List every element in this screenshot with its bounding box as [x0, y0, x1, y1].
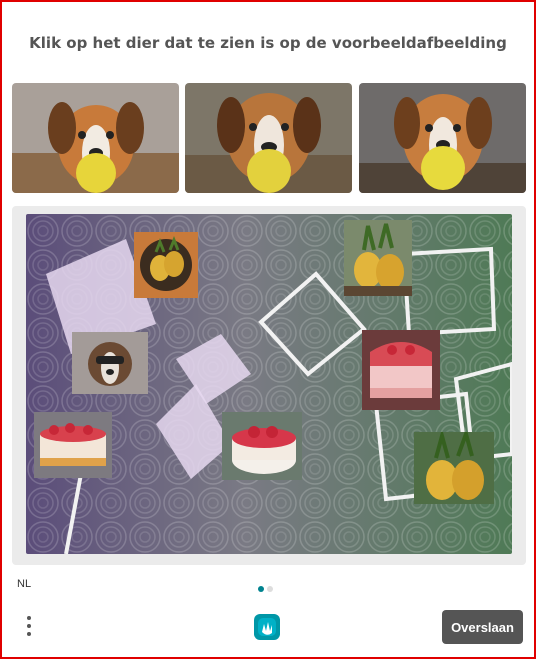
dog-icon: [359, 83, 526, 193]
cake-icon: [34, 412, 112, 478]
dog-icon: [185, 83, 352, 193]
challenge-prompt: Klik op het dier dat te zien is op de vo…: [29, 34, 507, 52]
tile-pineapple-bowl[interactable]: [134, 232, 198, 298]
skip-button[interactable]: Overslaan: [442, 610, 523, 644]
pagination-dot-active: [258, 586, 264, 592]
example-images: [12, 83, 526, 193]
tile-pineapple-top[interactable]: [344, 220, 412, 296]
tile-strawberry-cake-center[interactable]: [222, 412, 302, 480]
more-options-icon[interactable]: [22, 612, 36, 642]
pagination-dot: [267, 586, 273, 592]
pineapple-icon: [134, 232, 198, 298]
pineapple-icon: [344, 220, 412, 296]
dog-icon: [72, 332, 148, 394]
challenge-canvas[interactable]: [26, 214, 512, 554]
language-selector[interactable]: NL: [17, 578, 31, 590]
dog-icon: [12, 83, 179, 193]
tile-pineapple-bottom[interactable]: [414, 432, 494, 504]
pagination-dots: [258, 579, 276, 597]
tile-strawberry-cake-right[interactable]: [362, 330, 440, 410]
example-image-dog-3: [359, 83, 526, 193]
pineapple-icon: [414, 432, 494, 504]
tile-strawberry-cake-left[interactable]: [34, 412, 112, 478]
cake-icon: [222, 412, 302, 480]
cake-icon: [362, 330, 440, 410]
tile-dog[interactable]: [72, 332, 148, 394]
hcaptcha-logo-icon: [250, 610, 284, 644]
example-image-dog-1: [12, 83, 179, 193]
example-image-dog-2: [185, 83, 352, 193]
